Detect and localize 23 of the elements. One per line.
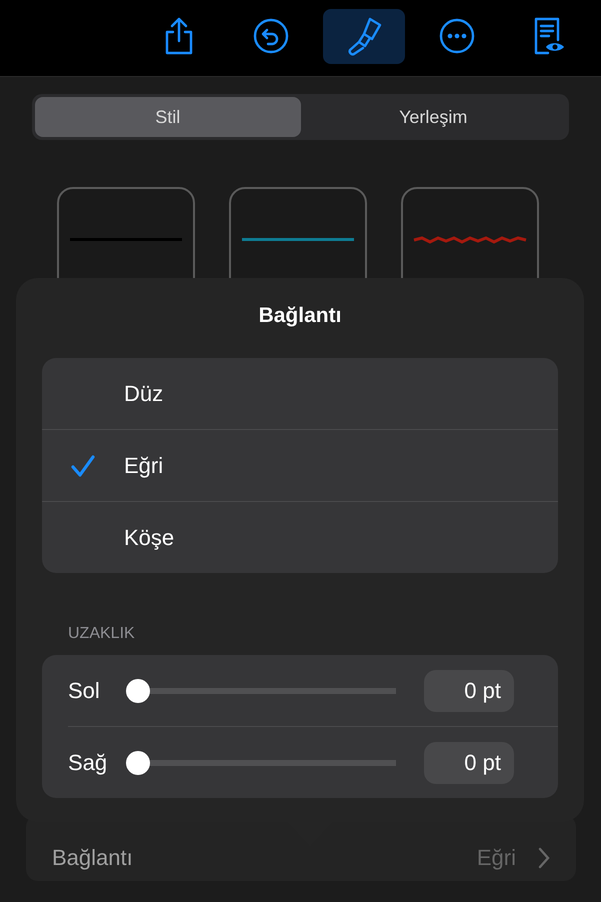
document-eye-icon [532,16,566,56]
value-field[interactable]: 0 pt [424,670,514,712]
more-icon [438,18,475,54]
tab[interactable]: Stil [35,97,300,137]
option-label: Düz [124,380,164,406]
tab[interactable]: Yerleşim [300,97,566,137]
brush-button[interactable] [323,8,405,64]
option-item[interactable]: Eğri [42,429,558,501]
option-label: Eğri [124,452,164,478]
slider-label: Sol [68,678,101,704]
section-label: UZAKLIK [68,625,136,643]
undo-icon [253,18,290,54]
slider-label: Sağ [68,750,108,776]
chevron-icon [538,847,550,869]
row-value: Eğri [476,845,516,871]
popover-title: Bağlantı [258,304,342,329]
option-label: Köşe [124,524,174,550]
slider-thumb[interactable] [126,750,150,774]
option-item[interactable]: Düz [42,358,558,429]
value-field[interactable]: 0 pt [424,742,514,784]
option-item[interactable]: Köşe [42,501,558,573]
row-label: Bağlantı [52,845,134,871]
slider-thumb[interactable] [126,678,150,702]
